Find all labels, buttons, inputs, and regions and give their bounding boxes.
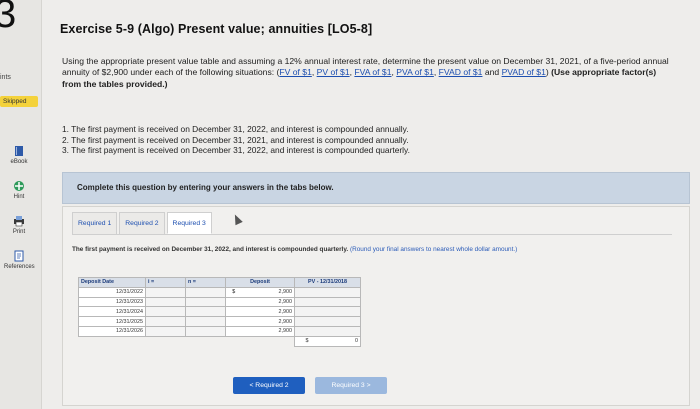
page: 3 ints Skipped eBook Hint Print Referenc… [0, 0, 700, 409]
deposit-amount: 2,900 [241, 296, 295, 308]
page-title: Exercise 5-9 (Algo) Present value; annui… [60, 22, 373, 36]
fvad-link[interactable]: FVAD of $1 [439, 67, 483, 77]
references-icon [14, 250, 24, 262]
subquestion-text: The first payment is received on Decembe… [72, 246, 349, 253]
periods-input[interactable] [185, 286, 226, 298]
tab-required-3[interactable]: Required 3 [166, 212, 212, 234]
pv-total: $ 0 [294, 335, 361, 347]
tab-bar: Required 1 Required 2 Required 3 [72, 212, 214, 234]
deposit-date: 12/31/2026 [78, 325, 146, 337]
pva-link[interactable]: PVA of $1 [396, 67, 434, 77]
subquestion: The first payment is received on Decembe… [72, 246, 592, 254]
interest-input[interactable] [145, 286, 186, 298]
print-button[interactable]: Print [4, 215, 34, 235]
pv-input[interactable] [294, 325, 361, 337]
table-row: 12/31/2023 2,900 [78, 296, 361, 308]
status-badge: Skipped [0, 96, 38, 107]
periods-input[interactable] [185, 296, 226, 308]
hint-button[interactable]: Hint [4, 180, 34, 200]
pv-input[interactable] [294, 286, 361, 298]
pv-input[interactable] [294, 306, 361, 318]
table-row: 12/31/2022 $ 2,900 [78, 286, 361, 298]
rounding-note: (Round your final answers to nearest who… [349, 246, 518, 253]
ebook-button[interactable]: eBook [4, 145, 34, 165]
pvad-link[interactable]: PVAD of $1 [502, 67, 546, 77]
list-item: 3. The first payment is received on Dece… [62, 145, 410, 155]
periods-input[interactable] [185, 316, 226, 327]
col-deposit-date: Deposit Date [78, 277, 146, 288]
hint-label: Hint [13, 194, 25, 200]
col-interest: i = [145, 277, 186, 288]
points-label: ints [0, 74, 11, 81]
list-item: 2. The first payment is received on Dece… [62, 134, 409, 145]
tab-divider [72, 234, 672, 235]
currency-symbol [225, 296, 242, 308]
col-pv: PV - 12/31/2018 [294, 277, 361, 288]
col-deposit: Deposit [225, 277, 295, 288]
pv-input[interactable] [294, 296, 361, 308]
deposit-amount: 2,900 [241, 316, 295, 327]
hint-icon [14, 181, 24, 191]
references-button[interactable]: References [4, 250, 35, 270]
currency-symbol: $ [225, 286, 242, 298]
interest-input[interactable] [145, 316, 186, 327]
table-row: 12/31/2024 2,900 [78, 306, 361, 318]
pv-input[interactable] [294, 316, 361, 327]
deposit-date: 12/31/2022 [78, 286, 146, 298]
deposit-amount: 2,900 [241, 306, 295, 318]
instructions-banner: Complete this question by entering your … [62, 172, 690, 204]
pv-link[interactable]: PV of $1 [317, 67, 350, 77]
deposit-amount: 2,900 [241, 325, 295, 337]
prev-required-button[interactable]: < Required 2 [233, 377, 305, 394]
interest-input[interactable] [145, 306, 186, 318]
currency-symbol [225, 325, 242, 337]
ebook-label: eBook [10, 159, 28, 165]
fva-link[interactable]: FVA of $1 [354, 67, 391, 77]
interest-input[interactable] [145, 325, 186, 337]
next-required-button[interactable]: Required 3 > [315, 377, 387, 394]
table-row: 12/31/2025 2,900 [78, 316, 361, 327]
total-currency: $ [305, 338, 309, 345]
references-label: References [4, 264, 35, 270]
currency-symbol [225, 316, 242, 327]
book-icon [15, 146, 23, 156]
deposit-date: 12/31/2024 [78, 306, 146, 318]
print-label: Print [12, 229, 26, 235]
periods-input[interactable] [185, 306, 226, 318]
table-header-row: Deposit Date i = n = Deposit PV - 12/31/… [78, 277, 361, 288]
question-intro: Using the appropriate present value tabl… [62, 56, 669, 89]
periods-input[interactable] [185, 325, 226, 337]
tab-required-2[interactable]: Required 2 [119, 212, 165, 234]
list-item: 1. The first payment is received on Dece… [62, 124, 409, 134]
deposit-date: 12/31/2025 [78, 316, 146, 327]
question-number: 3 [0, 0, 17, 36]
total-row: $ 0 [79, 335, 361, 347]
total-value: 0 [355, 338, 358, 345]
interest-input[interactable] [145, 296, 186, 308]
print-icon [14, 216, 24, 227]
deposit-amount: 2,900 [241, 286, 295, 298]
deposit-date: 12/31/2023 [78, 296, 146, 308]
col-periods: n = [185, 277, 226, 288]
pv-table: Deposit Date i = n = Deposit PV - 12/31/… [78, 277, 361, 347]
tab-required-1[interactable]: Required 1 [72, 212, 118, 234]
fv-link[interactable]: FV of $1 [279, 67, 311, 77]
currency-symbol [225, 306, 242, 318]
situations-list: 1. The first payment is received on Dece… [62, 124, 410, 156]
table-row: 12/31/2026 2,900 [78, 325, 361, 337]
left-sidebar: 3 ints Skipped eBook Hint Print Referenc… [0, 0, 42, 409]
